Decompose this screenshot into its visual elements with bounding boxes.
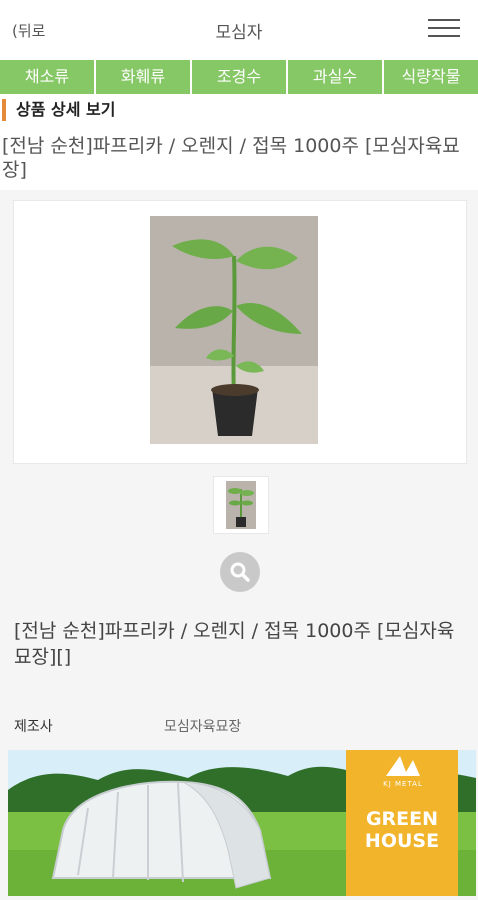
zoom-button[interactable] <box>220 552 260 592</box>
banner-brand: KJ METAL <box>383 780 423 788</box>
category-tab-vegetables[interactable]: 채소류 <box>0 60 94 94</box>
category-tab-fruit-trees[interactable]: 과실수 <box>288 60 382 94</box>
greenhouse-banner[interactable]: KJ METAL GREEN HOUSE <box>8 750 476 896</box>
banner-title-line2: HOUSE <box>364 830 440 852</box>
category-tab-food-crops[interactable]: 식량작물 <box>384 60 478 94</box>
banner-title-line1: GREEN <box>365 808 439 830</box>
category-tab-flowers[interactable]: 화훼류 <box>96 60 190 94</box>
app-header: (뒤로 모심자 <box>0 0 478 58</box>
section-title: 상품 상세 보기 <box>2 99 115 121</box>
category-tabs: 채소류 화훼류 조경수 과실수 식량작물 <box>0 60 478 94</box>
hamburger-menu-icon[interactable] <box>428 19 460 39</box>
product-name: [전남 순천]파프리카 / 오렌지 / 접목 1000주 [모심자육묘장] <box>2 135 460 181</box>
category-tab-landscape-trees[interactable]: 조경수 <box>192 60 286 94</box>
manufacturer-value: 모심자육묘장 <box>164 719 242 735</box>
product-thumbnail[interactable] <box>213 476 269 534</box>
page-title: 모심자 <box>215 23 263 43</box>
manufacturer-label: 제조사 <box>14 719 53 735</box>
search-icon <box>230 562 250 582</box>
product-photo[interactable] <box>150 216 318 444</box>
info-row-manufacturer: 제조사 모심자육묘장 <box>14 716 464 738</box>
product-detail-name: [전남 순천]파프리카 / 오렌지 / 접목 1000주 [모심자육묘장][] <box>14 620 455 668</box>
